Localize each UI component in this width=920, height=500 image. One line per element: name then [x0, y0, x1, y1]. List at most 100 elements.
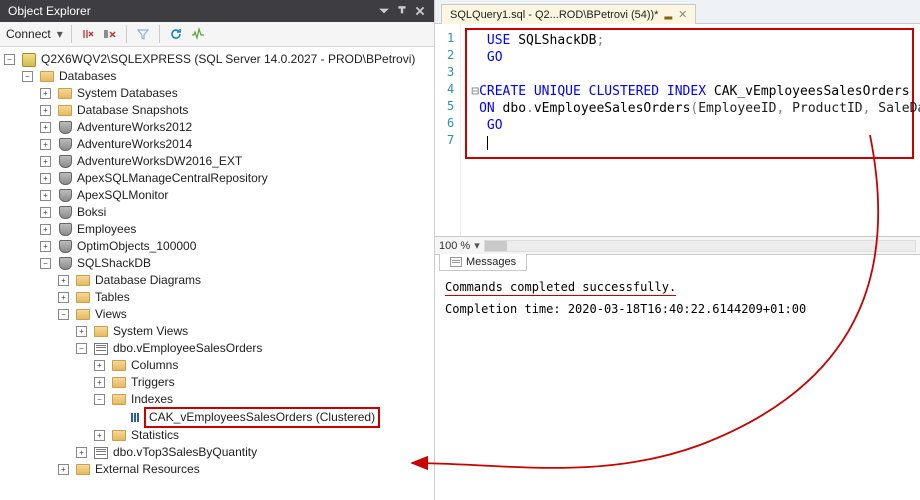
pin-icon[interactable]: [396, 5, 408, 17]
pin-icon[interactable]: ▂: [664, 9, 672, 20]
folder-icon: [57, 87, 73, 101]
database-icon: [57, 206, 73, 220]
panel-titlebar: Object Explorer: [0, 0, 434, 22]
server-node[interactable]: − Q2X6WQV2\SQLEXPRESS (SQL Server 14.0.2…: [0, 51, 434, 68]
folder-icon: [111, 359, 127, 373]
expand-icon[interactable]: +: [94, 430, 105, 441]
messages-output[interactable]: Commands completed successfully. Complet…: [435, 272, 920, 500]
db-node[interactable]: +Boksi: [0, 204, 434, 221]
messages-icon: [450, 257, 462, 267]
messages-tab[interactable]: Messages: [439, 254, 527, 271]
collapse-icon[interactable]: −: [76, 343, 87, 354]
collapse-icon[interactable]: −: [40, 258, 51, 269]
expand-icon[interactable]: +: [76, 447, 87, 458]
db-node[interactable]: +ApexSQLMonitor: [0, 187, 434, 204]
system-views-node[interactable]: + System Views: [0, 323, 434, 340]
zoom-bar: 100 % ▾: [435, 236, 920, 254]
db-label: SQLShackDB: [77, 255, 151, 272]
messages-tab-label: Messages: [466, 256, 516, 268]
view-icon: [93, 446, 109, 460]
index-item-node[interactable]: CAK_vEmployeesSalesOrders (Clustered): [0, 408, 434, 427]
databases-label: Databases: [59, 68, 116, 85]
expand-icon[interactable]: +: [40, 224, 51, 235]
statistics-node[interactable]: +Statistics: [0, 427, 434, 444]
document-tab[interactable]: SQLQuery1.sql - Q2...ROD\BPetrovi (54))*…: [441, 4, 696, 24]
messages-tabbar: Messages: [435, 254, 920, 272]
collapse-icon[interactable]: −: [22, 71, 33, 82]
expand-icon[interactable]: +: [76, 326, 87, 337]
tree-label: Views: [95, 306, 127, 323]
expand-icon[interactable]: +: [40, 190, 51, 201]
db-sqlshack-node[interactable]: − SQLShackDB: [0, 255, 434, 272]
tables-node[interactable]: +Tables: [0, 289, 434, 306]
tree-label: Indexes: [131, 391, 173, 408]
db-node[interactable]: + OptimObjects_100000: [0, 238, 434, 255]
expand-icon[interactable]: +: [40, 156, 51, 167]
expand-icon[interactable]: +: [58, 464, 69, 475]
db-snapshots-node[interactable]: + Database Snapshots: [0, 102, 434, 119]
db-label: Employees: [77, 221, 136, 238]
connect-button[interactable]: Connect: [6, 27, 51, 41]
disconnect-icon[interactable]: [80, 26, 96, 42]
indexes-node[interactable]: − Indexes: [0, 391, 434, 408]
document-tabbar: SQLQuery1.sql - Q2...ROD\BPetrovi (54))*…: [435, 0, 920, 24]
tree-label: dbo.vEmployeeSalesOrders: [113, 340, 262, 357]
close-tab-icon[interactable]: ✕: [678, 8, 687, 21]
activity-icon[interactable]: [190, 26, 206, 42]
tree-label: Triggers: [131, 374, 175, 391]
db-node[interactable]: +AdventureWorksDW2016_EXT: [0, 153, 434, 170]
expand-icon[interactable]: +: [40, 173, 51, 184]
expand-icon[interactable]: +: [40, 139, 51, 150]
db-diagrams-node[interactable]: + Database Diagrams: [0, 272, 434, 289]
database-icon: [57, 172, 73, 186]
object-explorer-tree[interactable]: − Q2X6WQV2\SQLEXPRESS (SQL Server 14.0.2…: [0, 47, 434, 500]
horizontal-scrollbar[interactable]: [484, 240, 916, 252]
view-node[interactable]: +dbo.vTop3SalesByQuantity: [0, 444, 434, 461]
collapse-icon[interactable]: −: [94, 394, 105, 405]
db-node[interactable]: +AdventureWorks2014: [0, 136, 434, 153]
expand-icon[interactable]: +: [94, 360, 105, 371]
server-label: Q2X6WQV2\SQLEXPRESS (SQL Server 14.0.202…: [41, 51, 415, 68]
collapse-icon[interactable]: −: [4, 54, 15, 65]
expand-icon[interactable]: +: [40, 241, 51, 252]
db-label: OptimObjects_100000: [77, 238, 196, 255]
view-node[interactable]: − dbo.vEmployeeSalesOrders: [0, 340, 434, 357]
success-message: Commands completed successfully.: [445, 280, 676, 296]
dropdown-icon[interactable]: [378, 5, 390, 17]
views-node[interactable]: − Views: [0, 306, 434, 323]
disconnect-all-icon[interactable]: [102, 26, 118, 42]
highlighted-code: USE SQLShackDB; GO ⊟CREATE UNIQUE CLUSTE…: [465, 28, 914, 159]
collapse-icon[interactable]: −: [58, 309, 69, 320]
tree-label: System Views: [113, 323, 188, 340]
expand-icon[interactable]: +: [40, 88, 51, 99]
close-icon[interactable]: [414, 5, 426, 17]
zoom-value[interactable]: 100 %: [439, 240, 470, 252]
folder-icon: [75, 463, 91, 477]
clustered-index-icon: [127, 411, 143, 425]
sys-databases-node[interactable]: + System Databases: [0, 85, 434, 102]
filter-icon[interactable]: [135, 26, 151, 42]
db-node[interactable]: + Employees: [0, 221, 434, 238]
tree-label: Database Diagrams: [95, 272, 201, 289]
expand-icon[interactable]: +: [40, 122, 51, 133]
refresh-icon[interactable]: [168, 26, 184, 42]
external-resources-node[interactable]: +External Resources: [0, 461, 434, 478]
folder-icon: [111, 393, 127, 407]
triggers-node[interactable]: + Triggers: [0, 374, 434, 391]
columns-node[interactable]: +Columns: [0, 357, 434, 374]
db-node[interactable]: +AdventureWorks2012: [0, 119, 434, 136]
code-editor[interactable]: 1234567 USE SQLShackDB; GO ⊟CREATE UNIQU…: [435, 24, 920, 236]
folder-icon: [39, 70, 55, 84]
panel-title: Object Explorer: [8, 4, 91, 18]
zoom-dropdown-icon[interactable]: ▾: [474, 239, 480, 252]
expand-icon[interactable]: +: [40, 207, 51, 218]
expand-icon[interactable]: +: [58, 275, 69, 286]
db-snapshots-label: Database Snapshots: [77, 102, 188, 119]
expand-icon[interactable]: +: [94, 377, 105, 388]
expand-icon[interactable]: +: [58, 292, 69, 303]
object-explorer-panel: Object Explorer Connect▾ −: [0, 0, 435, 500]
db-node[interactable]: +ApexSQLManageCentralRepository: [0, 170, 434, 187]
folder-icon: [111, 376, 127, 390]
databases-node[interactable]: − Databases: [0, 68, 434, 85]
expand-icon[interactable]: +: [40, 105, 51, 116]
